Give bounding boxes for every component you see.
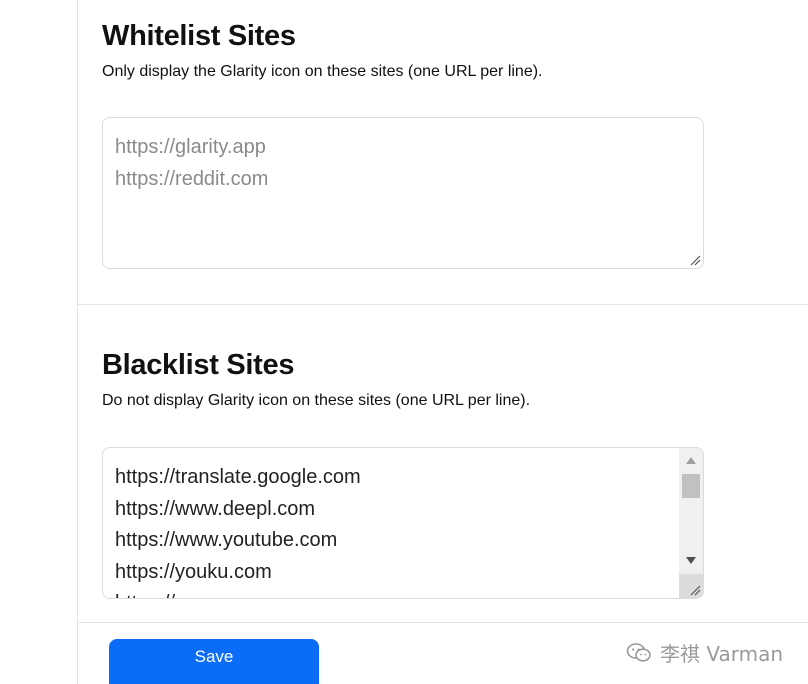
- blacklist-description: Do not display Glarity icon on these sit…: [102, 392, 531, 409]
- scroll-down-arrow-icon[interactable]: [679, 550, 703, 570]
- wechat-logo-icon: [626, 642, 651, 662]
- whitelist-placeholder-line: https://glarity.app: [115, 136, 266, 158]
- blacklist-url-line: https://translate.google.com: [115, 466, 361, 488]
- scroll-up-arrow-icon[interactable]: [679, 450, 703, 470]
- footer-divider: [78, 622, 808, 623]
- blacklist-url-line: https://youku.com: [115, 560, 272, 583]
- resize-handle-icon[interactable]: [689, 584, 701, 596]
- whitelist-title: Whitelist Sites: [102, 20, 296, 52]
- whitelist-placeholder-line: https://reddit.com: [115, 167, 269, 190]
- resize-handle-icon[interactable]: [689, 254, 701, 266]
- save-button[interactable]: Save: [109, 639, 319, 684]
- whitelist-description: Only display the Glarity icon on these s…: [102, 63, 543, 80]
- settings-page: Whitelist Sites Only display the Glarity…: [0, 0, 808, 684]
- scrollbar-thumb[interactable]: [682, 474, 700, 498]
- blacklist-url-line: https://...: [115, 588, 691, 598]
- blacklist-scrollbar[interactable]: [679, 448, 703, 598]
- scrollbar-corner: [679, 574, 703, 598]
- whitelist-section: Whitelist Sites Only display the Glarity…: [102, 20, 543, 81]
- watermark-text: 李祺 Varman: [660, 642, 784, 666]
- blacklist-title: Blacklist Sites: [102, 349, 295, 381]
- blacklist-url-line: https://www.deepl.com: [115, 497, 316, 520]
- blacklist-textarea[interactable]: https://translate.google.com https://www…: [102, 447, 704, 599]
- blacklist-url-line: https://www.youtube.com: [115, 529, 338, 551]
- watermark: 李祺 Varman: [626, 638, 783, 667]
- blacklist-section: Blacklist Sites Do not display Glarity i…: [102, 349, 530, 410]
- left-border: [77, 0, 78, 684]
- section-divider: [78, 304, 808, 305]
- whitelist-textarea[interactable]: https://glarity.app https://reddit.com: [102, 117, 704, 269]
